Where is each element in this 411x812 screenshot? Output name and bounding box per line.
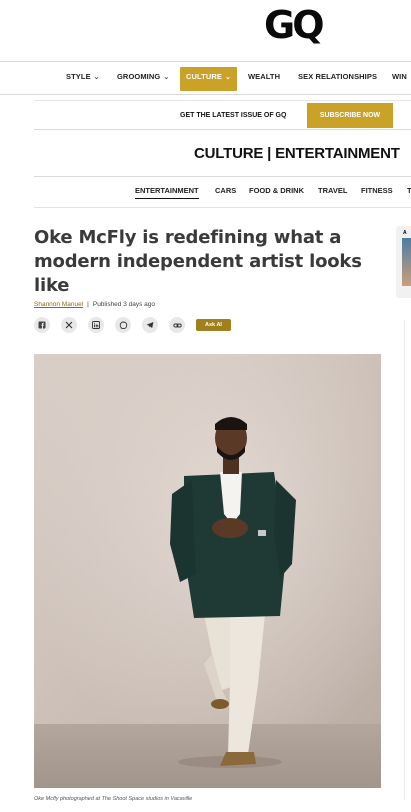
link-icon[interactable] xyxy=(169,317,185,333)
promo-text[interactable]: GET THE LATEST ISSUE OF GQ xyxy=(180,112,286,119)
telegram-icon[interactable] xyxy=(142,317,158,333)
image-caption: Oke Mcfly photographed at The Shoot Spac… xyxy=(34,796,193,802)
hero-image xyxy=(34,354,381,788)
gq-logo[interactable]: GQ xyxy=(264,6,324,44)
author-link[interactable]: Shannon Manuel xyxy=(34,301,83,308)
subnav-item-fitness[interactable]: FITNESS xyxy=(361,186,393,195)
subscribe-button[interactable]: SUBSCRIBE NOW xyxy=(307,103,393,128)
linkedin-icon[interactable] xyxy=(88,317,104,333)
issue-promo-bar: GET THE LATEST ISSUE OF GQ SUBSCRIBE NOW xyxy=(34,100,411,130)
nav-item-style[interactable]: STYLE ⌄ xyxy=(66,72,100,81)
article-byline: Shannon Manuel | Published 3 days ago xyxy=(34,301,155,308)
sidebar-divider xyxy=(404,320,405,800)
nav-item-wealth[interactable]: WEALTH xyxy=(248,72,280,81)
facebook-icon[interactable] xyxy=(34,317,50,333)
subnav-item-entertainment[interactable]: ENTERTAINMENT xyxy=(135,186,199,199)
x-icon[interactable] xyxy=(61,317,77,333)
masthead: GQ xyxy=(0,0,411,62)
main-nav: STYLE ⌄ GROOMING ⌄ CULTURE ⌄ WEALTH SEX REL… xyxy=(0,63,411,95)
subnav-item-cars[interactable]: CARS xyxy=(215,186,236,195)
byline-separator: | xyxy=(87,301,89,308)
subnav-item-travel[interactable]: TRAVEL xyxy=(318,186,347,195)
subnav-item-food-drink[interactable]: FOOD & DRINK xyxy=(249,186,304,195)
published-date: Published 3 days ago xyxy=(92,301,156,308)
divider xyxy=(34,207,411,208)
hero-photo-illustration xyxy=(34,354,381,788)
ad-letter: A xyxy=(403,230,407,236)
whatsapp-icon[interactable] xyxy=(115,317,131,333)
subnav-item-more[interactable]: T xyxy=(407,186,411,195)
section-title: CULTURE | ENTERTAINMENT xyxy=(194,145,400,162)
article-headline: Oke McFly is redefining what a modern in… xyxy=(34,227,362,296)
nav-item-grooming[interactable]: GROOMING ⌄ xyxy=(117,72,169,81)
section-subnav: ENTERTAINMENT CARS FOOD & DRINK TRAVEL F… xyxy=(0,186,411,200)
divider xyxy=(34,176,411,177)
nav-item-culture[interactable]: CULTURE ⌄ xyxy=(180,67,237,91)
nav-item-sex-relationships[interactable]: SEX RELATIONSHIPS xyxy=(298,72,377,81)
chevron-down-icon: ⌄ xyxy=(163,74,170,81)
nav-item-win[interactable]: WIN xyxy=(392,72,407,81)
ad-thumbnail xyxy=(402,238,411,286)
side-ad[interactable]: A xyxy=(396,226,411,298)
ask-ai-button[interactable]: Ask AI xyxy=(196,319,231,331)
chevron-down-icon: ⌄ xyxy=(93,74,100,81)
chevron-down-icon: ⌄ xyxy=(224,74,231,81)
